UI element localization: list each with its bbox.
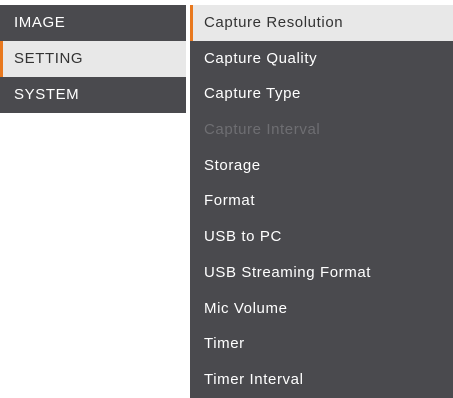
menu-item-system[interactable]: SYSTEM [0,77,186,113]
submenu-item-usb-to-pc[interactable]: USB to PC [190,219,453,255]
submenu-item-capture-type[interactable]: Capture Type [190,76,453,112]
menu-item-image[interactable]: IMAGE [0,5,186,41]
menu-item-setting[interactable]: SETTING [0,41,186,77]
submenu-item-usb-streaming-format[interactable]: USB Streaming Format [190,255,453,291]
submenu-item-storage[interactable]: Storage [190,148,453,184]
setting-submenu: Capture Resolution Capture Quality Captu… [190,5,453,398]
main-menu: IMAGE SETTING SYSTEM [0,5,186,113]
submenu-item-format[interactable]: Format [190,183,453,219]
submenu-item-capture-interval: Capture Interval [204,121,321,139]
submenu-item-mic-volume[interactable]: Mic Volume [190,291,453,327]
submenu-item-timer[interactable]: Timer [190,326,453,362]
submenu-item-capture-quality[interactable]: Capture Quality [190,41,453,77]
submenu-item-capture-resolution[interactable]: Capture Resolution [190,5,453,41]
submenu-item-timer-interval[interactable]: Timer Interval [190,362,453,398]
